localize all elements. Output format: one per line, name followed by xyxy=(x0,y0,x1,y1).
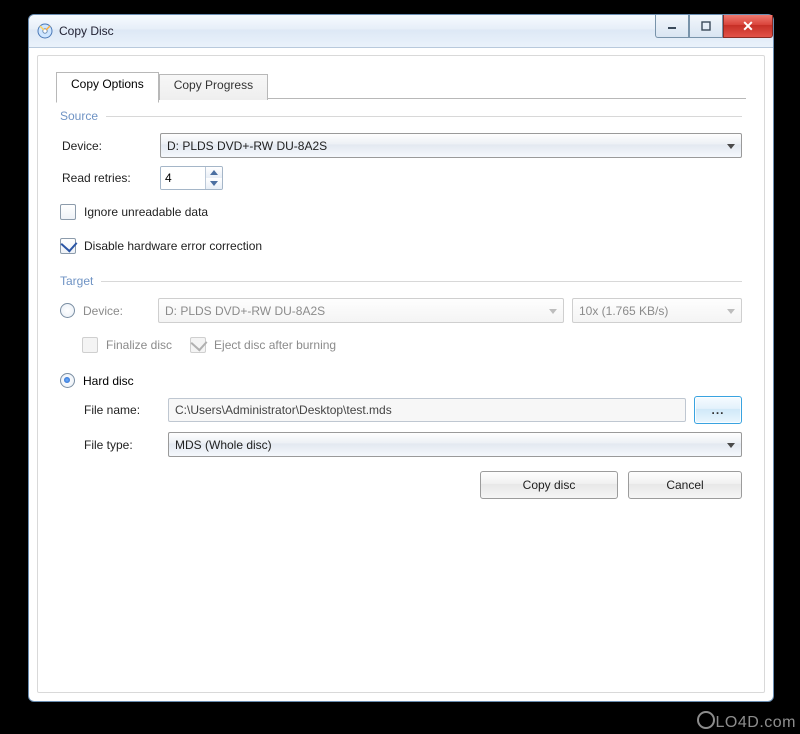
source-device-label: Device: xyxy=(60,139,152,153)
disable-ecc-checkbox[interactable]: Disable hardware error correction xyxy=(60,238,262,254)
watermark: LO4D.com xyxy=(696,711,796,732)
close-button[interactable]: ✕ xyxy=(723,15,773,38)
chevron-down-icon xyxy=(727,144,735,149)
browse-label: ... xyxy=(711,403,724,417)
section-divider xyxy=(101,281,742,282)
read-retries-label: Read retries: xyxy=(60,171,152,185)
target-harddisc-label: Hard disc xyxy=(83,374,134,388)
chevron-down-icon xyxy=(727,309,735,314)
filetype-label: File type: xyxy=(82,438,160,452)
filename-value: C:\Users\Administrator\Desktop\test.mds xyxy=(175,403,392,417)
target-device-label: Device: xyxy=(83,304,123,318)
source-heading: Source xyxy=(60,109,98,123)
read-retries-spinner[interactable] xyxy=(160,166,223,190)
checkbox-icon xyxy=(82,337,98,353)
source-section: Source Device: D: PLDS DVD+-RW DU-8A2S R… xyxy=(60,109,742,260)
titlebar[interactable]: Copy Disc ✕ xyxy=(29,15,773,48)
dialog-footer: Copy disc Cancel xyxy=(56,471,746,499)
tab-copy-progress[interactable]: Copy Progress xyxy=(159,74,268,100)
checkbox-icon xyxy=(60,204,76,220)
window: Copy Disc ✕ Copy Options xyxy=(28,14,774,702)
eject-disc-label: Eject disc after burning xyxy=(214,338,336,352)
client-area: Copy Options Copy Progress Source Device… xyxy=(37,55,765,693)
maximize-button[interactable] xyxy=(689,15,723,38)
close-icon: ✕ xyxy=(742,19,754,33)
eject-disc-checkbox: Eject disc after burning xyxy=(190,337,336,353)
ignore-unreadable-label: Ignore unreadable data xyxy=(84,205,208,219)
tabstrip: Copy Options Copy Progress xyxy=(56,72,746,99)
target-device-value: D: PLDS DVD+-RW DU-8A2S xyxy=(165,304,325,318)
target-harddisc-radio[interactable] xyxy=(60,373,75,388)
copy-disc-button[interactable]: Copy disc xyxy=(480,471,618,499)
spinner-down-button[interactable] xyxy=(206,178,222,189)
filename-field[interactable]: C:\Users\Administrator\Desktop\test.mds xyxy=(168,398,686,422)
target-heading: Target xyxy=(60,274,93,288)
cancel-button-label: Cancel xyxy=(666,478,703,492)
checkbox-icon xyxy=(60,238,76,254)
watermark-text: LO4D.com xyxy=(716,714,796,731)
checkbox-icon xyxy=(190,337,206,353)
section-divider xyxy=(106,116,742,117)
spinner-up-button[interactable] xyxy=(206,167,222,178)
window-title: Copy Disc xyxy=(59,24,114,38)
finalize-disc-checkbox: Finalize disc xyxy=(82,337,172,353)
disable-ecc-label: Disable hardware error correction xyxy=(84,239,262,253)
filetype-combo[interactable]: MDS (Whole disc) xyxy=(168,432,742,457)
window-controls: ✕ xyxy=(655,15,773,37)
minimize-button[interactable] xyxy=(655,15,689,38)
finalize-disc-label: Finalize disc xyxy=(106,338,172,352)
source-device-value: D: PLDS DVD+-RW DU-8A2S xyxy=(167,139,327,153)
target-section: Target Device: D: PLDS DVD+-RW DU-8A2S xyxy=(60,274,742,457)
target-device-combo: D: PLDS DVD+-RW DU-8A2S xyxy=(158,298,564,323)
chevron-down-icon xyxy=(727,443,735,448)
app-disc-icon xyxy=(37,23,53,39)
target-device-radio[interactable] xyxy=(60,303,75,318)
chevron-down-icon xyxy=(549,309,557,314)
cancel-button[interactable]: Cancel xyxy=(628,471,742,499)
filename-label: File name: xyxy=(82,403,160,417)
filetype-value: MDS (Whole disc) xyxy=(175,438,272,452)
ignore-unreadable-checkbox[interactable]: Ignore unreadable data xyxy=(60,204,208,220)
tab-copy-options[interactable]: Copy Options xyxy=(56,72,159,103)
copy-disc-button-label: Copy disc xyxy=(523,478,576,492)
tab-label: Copy Options xyxy=(71,77,144,91)
read-retries-input[interactable] xyxy=(161,167,205,189)
source-device-combo[interactable]: D: PLDS DVD+-RW DU-8A2S xyxy=(160,133,742,158)
browse-button[interactable]: ... xyxy=(694,396,742,424)
target-speed-value: 10x (1.765 KB/s) xyxy=(579,304,668,318)
tab-label: Copy Progress xyxy=(174,78,253,92)
target-speed-combo: 10x (1.765 KB/s) xyxy=(572,298,742,323)
